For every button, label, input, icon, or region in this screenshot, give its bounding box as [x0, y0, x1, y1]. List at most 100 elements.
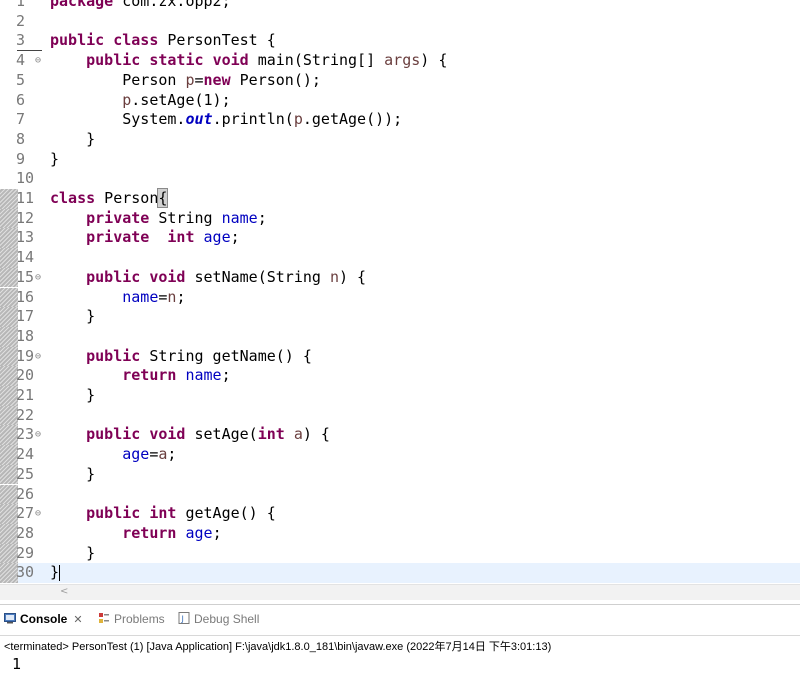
code-token: } [50, 563, 60, 582]
fold-collapse-icon[interactable]: ⊖ [35, 55, 41, 67]
line-number: 19 [16, 346, 35, 365]
code-text: private int age; [50, 228, 240, 248]
code-token: p [293, 110, 303, 129]
code-token: ) { [339, 267, 367, 286]
code-line[interactable]: 5 Person p=new Person(); [0, 71, 800, 91]
code-line[interactable]: 25 } [0, 464, 800, 485]
code-token: ) { [420, 51, 448, 70]
fold-collapse-icon[interactable]: ⊖ [35, 351, 41, 363]
code-text: } [50, 563, 61, 583]
code-line[interactable]: 14 [0, 248, 800, 268]
code-line[interactable]: 2 [0, 12, 800, 32]
divider [0, 635, 800, 636]
code-line[interactable]: 23 ⊖ public void setAge(int a) { [0, 425, 800, 446]
code-text: } [50, 386, 95, 406]
code-line[interactable]: 11 class Person{ [0, 188, 800, 209]
code-text: } [50, 307, 95, 327]
line-number: 12 [16, 208, 35, 227]
tab-debug-shell[interactable]: J Debug Shell [178, 611, 259, 627]
code-token: int [167, 228, 195, 247]
scroll-left-icon[interactable]: < [60, 586, 68, 597]
line-number: 2 [16, 11, 26, 30]
horizontal-scrollbar[interactable]: < [0, 584, 800, 600]
code-line[interactable]: 29 } [0, 543, 800, 564]
code-line[interactable]: 19 ⊖ public String getName() { [0, 346, 800, 367]
console-status: <terminated> PersonTest (1) [Java Applic… [4, 641, 552, 653]
code-token: ; [167, 445, 177, 464]
code-line[interactable]: 8 } [0, 130, 800, 150]
code-token: out [185, 110, 213, 129]
code-line[interactable]: 4 ⊖ public static void main(String[] args… [0, 51, 800, 71]
code-token: String [149, 208, 222, 227]
line-number: 21 [16, 386, 35, 404]
code-line[interactable]: 3 public class PersonTest { [0, 31, 800, 51]
console-icon [4, 612, 16, 628]
code-line[interactable]: 16 name=n; [0, 287, 800, 308]
line-number: 15 [16, 267, 35, 286]
code-line[interactable]: 18 [0, 326, 800, 347]
text-caret [59, 564, 61, 581]
code-line[interactable]: 26 [0, 484, 800, 505]
code-text: class Person{ [50, 188, 169, 209]
code-token: name [122, 287, 159, 306]
code-line[interactable]: 10 [0, 169, 800, 189]
code-token: System. [50, 110, 186, 129]
code-text: public void setName(String n) { [50, 268, 366, 288]
line-number: 26 [16, 484, 35, 503]
code-line[interactable]: 9} [0, 150, 800, 170]
code-token: ; [221, 366, 231, 385]
problems-icon [98, 612, 110, 628]
line-number: 18 [16, 326, 35, 345]
code-token: package [50, 0, 114, 10]
code-line[interactable]: 24 age=a; [0, 445, 800, 465]
console-output[interactable]: 1 [12, 655, 21, 673]
line-number: 29 [16, 543, 35, 562]
code-line[interactable]: 6 p.setAge(1); [0, 91, 800, 111]
code-token: p [122, 90, 132, 109]
code-line[interactable]: 7 System.out.println(p.getAge()); [0, 110, 800, 130]
code-line[interactable]: 21 } [0, 386, 800, 406]
code-token: com.zx.opp2; [113, 0, 231, 10]
code-line[interactable]: 1 package com.zx.opp2; [0, 0, 800, 12]
tab-console[interactable]: Console ✕ [4, 611, 83, 627]
close-icon[interactable]: ✕ [73, 614, 82, 626]
code-line[interactable]: 20 return name; [0, 366, 800, 386]
code-line[interactable]: 30} [0, 563, 800, 583]
svg-text:J: J [181, 614, 184, 623]
fold-collapse-icon[interactable]: ⊖ [35, 429, 41, 441]
code-token: private [86, 228, 150, 247]
code-line[interactable]: 12 private String name; [0, 208, 800, 229]
tab-problems[interactable]: Problems [98, 611, 165, 627]
code-token: ; [257, 208, 267, 227]
code-line[interactable]: 28 return age; [0, 523, 800, 544]
code-text: age=a; [50, 445, 176, 465]
code-token: n [329, 267, 339, 286]
code-editor[interactable]: 1 package com.zx.opp2; 2 3 public class Pers… [0, 0, 800, 600]
code-token: .setAge(1); [131, 90, 231, 109]
code-token: main(String[] [248, 51, 385, 70]
code-text: } [50, 150, 59, 170]
code-token: String getName() { [140, 346, 312, 365]
fold-collapse-icon[interactable]: ⊖ [35, 272, 41, 284]
code-line[interactable]: 15 ⊖ public void setName(String n) { [0, 267, 800, 288]
line-number: 8 [16, 129, 26, 148]
code-line[interactable]: 17 } [0, 307, 800, 327]
fold-collapse-icon[interactable]: ⊖ [35, 508, 41, 520]
code-token: .println( [212, 110, 294, 129]
code-token: Person [95, 189, 159, 207]
code-line[interactable]: 22 [0, 405, 800, 426]
line-number: 13 [16, 228, 35, 247]
code-line[interactable]: 27 ⊖ public int getAge() { [0, 504, 800, 524]
code-token: Person [50, 70, 186, 89]
code-line[interactable]: 13 private int age; [0, 228, 800, 249]
